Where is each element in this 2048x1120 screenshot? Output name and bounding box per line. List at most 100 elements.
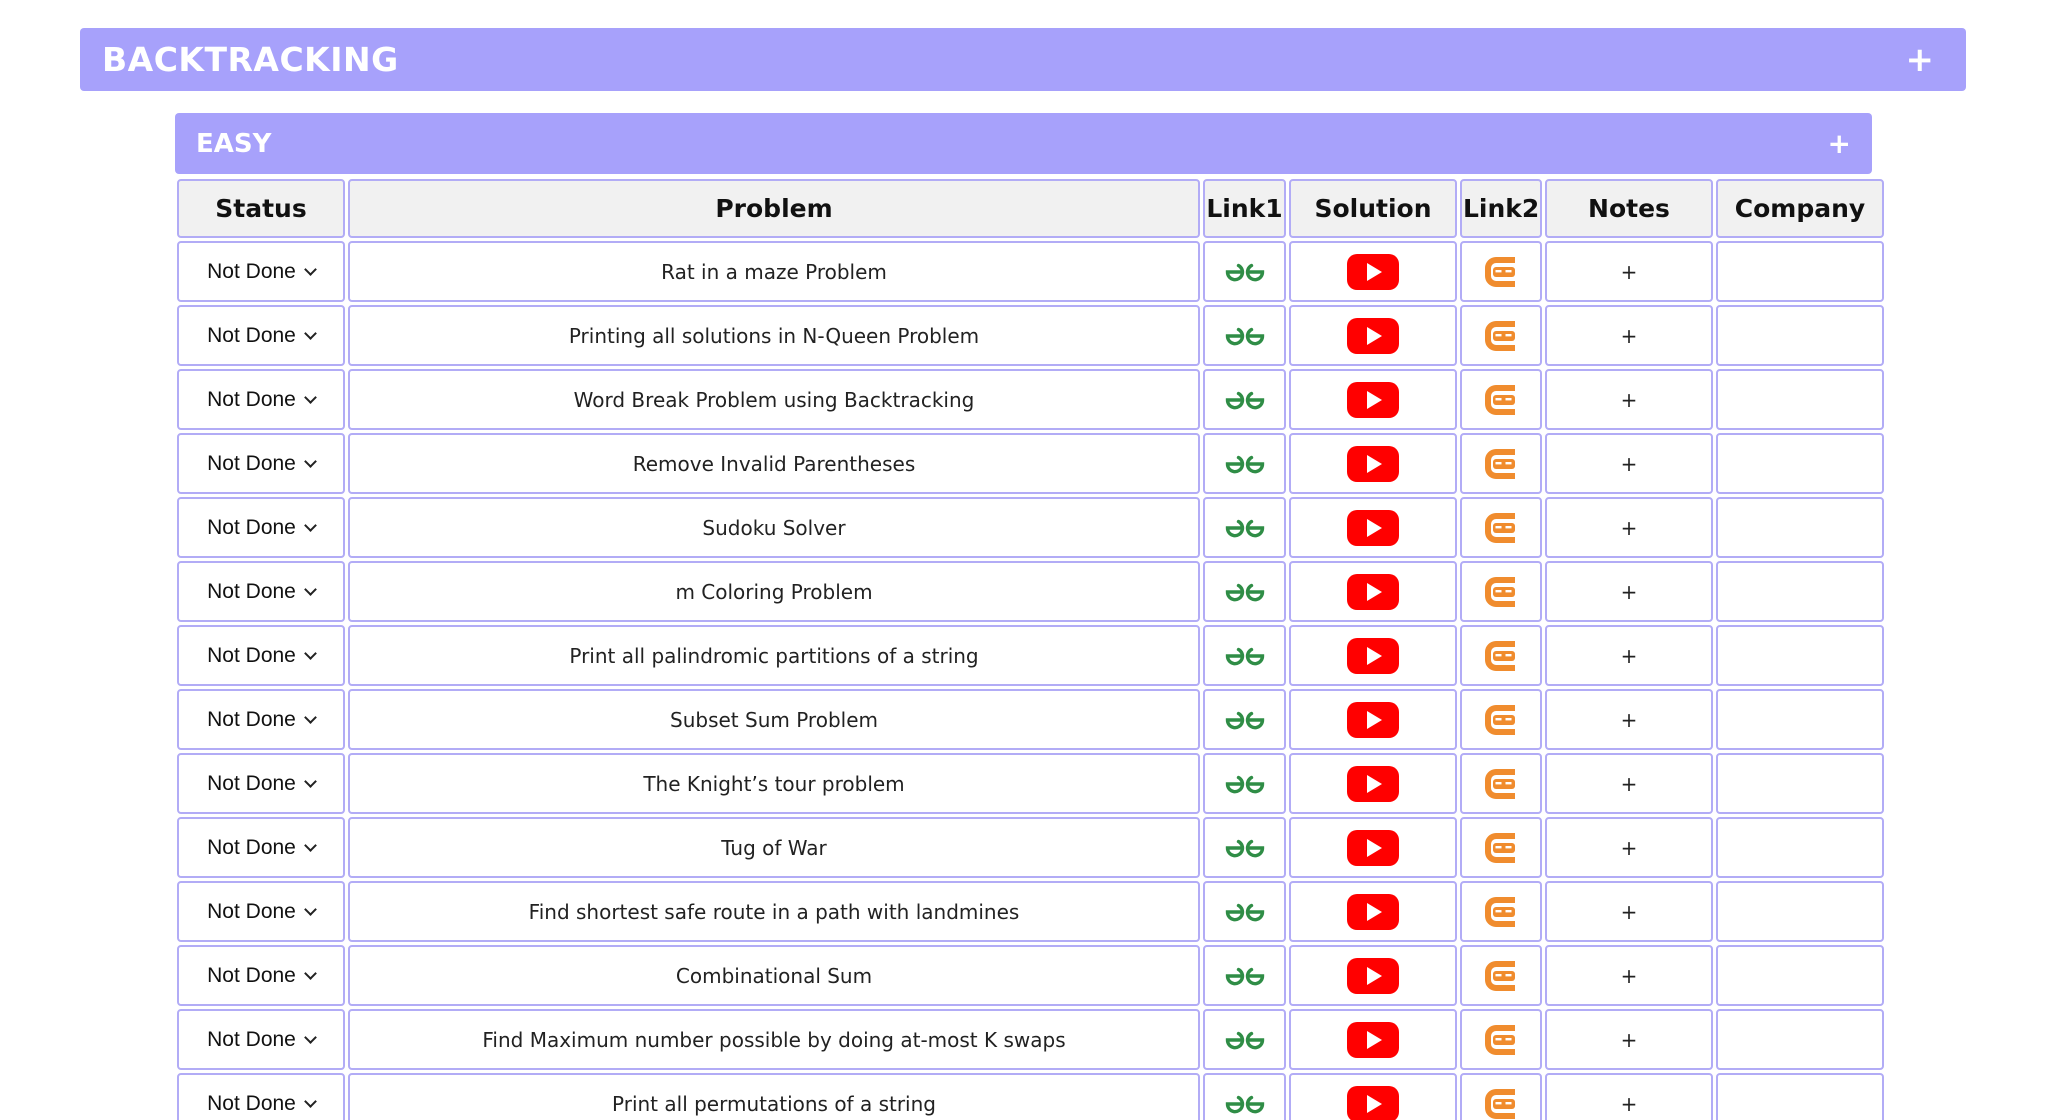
- section-header-easy[interactable]: EASY +: [175, 113, 1872, 174]
- gfg-icon[interactable]: [1223, 900, 1267, 924]
- gfg-icon[interactable]: [1223, 836, 1267, 860]
- youtube-play-icon[interactable]: [1346, 701, 1400, 739]
- youtube-play-icon[interactable]: [1346, 829, 1400, 867]
- problem-link[interactable]: Rat in a maze Problem: [661, 260, 887, 284]
- gfg-icon[interactable]: [1223, 964, 1267, 988]
- solution-cell: [1289, 881, 1457, 942]
- gfg-icon[interactable]: [1223, 388, 1267, 412]
- add-note-button[interactable]: +: [1621, 388, 1638, 412]
- codingninjas-icon[interactable]: [1481, 764, 1521, 804]
- youtube-play-icon[interactable]: [1346, 1085, 1400, 1120]
- status-dropdown[interactable]: Not Done: [207, 964, 317, 988]
- youtube-play-icon[interactable]: [1346, 445, 1400, 483]
- codingninjas-icon[interactable]: [1481, 1084, 1521, 1120]
- gfg-icon[interactable]: [1223, 516, 1267, 540]
- solution-cell: [1289, 497, 1457, 558]
- add-note-button[interactable]: +: [1621, 452, 1638, 476]
- gfg-icon[interactable]: [1223, 1092, 1267, 1116]
- status-dropdown[interactable]: Not Done: [207, 1028, 317, 1052]
- codingninjas-icon[interactable]: [1481, 892, 1521, 932]
- problem-link[interactable]: Printing all solutions in N-Queen Proble…: [569, 324, 979, 348]
- add-note-button[interactable]: +: [1621, 836, 1638, 860]
- codingninjas-icon[interactable]: [1481, 1020, 1521, 1060]
- problem-link[interactable]: Subset Sum Problem: [670, 708, 878, 732]
- gfg-icon[interactable]: [1223, 644, 1267, 668]
- problem-link[interactable]: Print all palindromic partitions of a st…: [569, 644, 978, 668]
- status-dropdown[interactable]: Not Done: [207, 644, 317, 668]
- gfg-icon[interactable]: [1223, 452, 1267, 476]
- add-note-button[interactable]: +: [1621, 516, 1638, 540]
- codingninjas-icon[interactable]: [1481, 380, 1521, 420]
- codingninjas-icon[interactable]: [1481, 508, 1521, 548]
- topic-header-backtracking[interactable]: BACKTRACKING +: [80, 28, 1966, 91]
- status-dropdown[interactable]: Not Done: [207, 836, 317, 860]
- gfg-icon[interactable]: [1223, 324, 1267, 348]
- add-note-button[interactable]: +: [1621, 1028, 1638, 1052]
- youtube-play-icon[interactable]: [1346, 1021, 1400, 1059]
- gfg-icon[interactable]: [1223, 1028, 1267, 1052]
- codingninjas-icon[interactable]: [1481, 828, 1521, 868]
- notes-cell: +: [1545, 881, 1713, 942]
- status-cell: Not Done: [177, 433, 345, 494]
- status-dropdown[interactable]: Not Done: [207, 452, 317, 476]
- add-note-button[interactable]: +: [1621, 772, 1638, 796]
- codingninjas-icon[interactable]: [1481, 956, 1521, 996]
- youtube-play-icon[interactable]: [1346, 765, 1400, 803]
- youtube-play-icon[interactable]: [1346, 381, 1400, 419]
- add-note-button[interactable]: +: [1621, 708, 1638, 732]
- gfg-icon[interactable]: [1223, 772, 1267, 796]
- gfg-icon[interactable]: [1223, 260, 1267, 284]
- company-cell: [1716, 753, 1884, 814]
- add-note-button[interactable]: +: [1621, 964, 1638, 988]
- table-row: Not Done Word Break Problem using Backtr…: [177, 369, 1884, 430]
- add-note-button[interactable]: +: [1621, 324, 1638, 348]
- company-cell: [1716, 433, 1884, 494]
- company-cell: [1716, 945, 1884, 1006]
- problem-link[interactable]: Combinational Sum: [676, 964, 872, 988]
- codingninjas-icon[interactable]: [1481, 444, 1521, 484]
- problem-link[interactable]: Remove Invalid Parentheses: [633, 452, 916, 476]
- add-note-button[interactable]: +: [1621, 900, 1638, 924]
- problem-link[interactable]: Find shortest safe route in a path with …: [529, 900, 1020, 924]
- table-row: Not Done Sudoku Solver +: [177, 497, 1884, 558]
- status-dropdown[interactable]: Not Done: [207, 388, 317, 412]
- youtube-play-icon[interactable]: [1346, 637, 1400, 675]
- status-dropdown[interactable]: Not Done: [207, 580, 317, 604]
- problem-link[interactable]: Tug of War: [721, 836, 827, 860]
- youtube-play-icon[interactable]: [1346, 957, 1400, 995]
- problem-link[interactable]: The Knight’s tour problem: [643, 772, 904, 796]
- codingninjas-icon[interactable]: [1481, 700, 1521, 740]
- youtube-play-icon[interactable]: [1346, 253, 1400, 291]
- problem-link[interactable]: Sudoku Solver: [702, 516, 845, 540]
- gfg-icon[interactable]: [1223, 580, 1267, 604]
- status-dropdown[interactable]: Not Done: [207, 900, 317, 924]
- problem-link[interactable]: m Coloring Problem: [675, 580, 872, 604]
- codingninjas-icon[interactable]: [1481, 636, 1521, 676]
- problem-link[interactable]: Find Maximum number possible by doing at…: [482, 1028, 1065, 1052]
- solution-cell: [1289, 433, 1457, 494]
- section-expand-icon[interactable]: +: [1828, 129, 1851, 158]
- codingninjas-icon[interactable]: [1481, 252, 1521, 292]
- add-note-button[interactable]: +: [1621, 260, 1638, 284]
- status-dropdown[interactable]: Not Done: [207, 516, 317, 540]
- add-note-button[interactable]: +: [1621, 1092, 1638, 1116]
- codingninjas-icon[interactable]: [1481, 316, 1521, 356]
- youtube-play-icon[interactable]: [1346, 317, 1400, 355]
- status-dropdown[interactable]: Not Done: [207, 772, 317, 796]
- youtube-play-icon[interactable]: [1346, 573, 1400, 611]
- problem-link[interactable]: Word Break Problem using Backtracking: [574, 388, 975, 412]
- status-dropdown[interactable]: Not Done: [207, 260, 317, 284]
- gfg-icon[interactable]: [1223, 708, 1267, 732]
- status-value: Not Done: [207, 900, 296, 923]
- problem-link[interactable]: Print all permutations of a string: [612, 1092, 936, 1116]
- topic-expand-icon[interactable]: +: [1906, 43, 1935, 77]
- youtube-play-icon[interactable]: [1346, 509, 1400, 547]
- notes-cell: +: [1545, 625, 1713, 686]
- status-dropdown[interactable]: Not Done: [207, 324, 317, 348]
- add-note-button[interactable]: +: [1621, 644, 1638, 668]
- add-note-button[interactable]: +: [1621, 580, 1638, 604]
- youtube-play-icon[interactable]: [1346, 893, 1400, 931]
- status-dropdown[interactable]: Not Done: [207, 1092, 317, 1116]
- status-dropdown[interactable]: Not Done: [207, 708, 317, 732]
- codingninjas-icon[interactable]: [1481, 572, 1521, 612]
